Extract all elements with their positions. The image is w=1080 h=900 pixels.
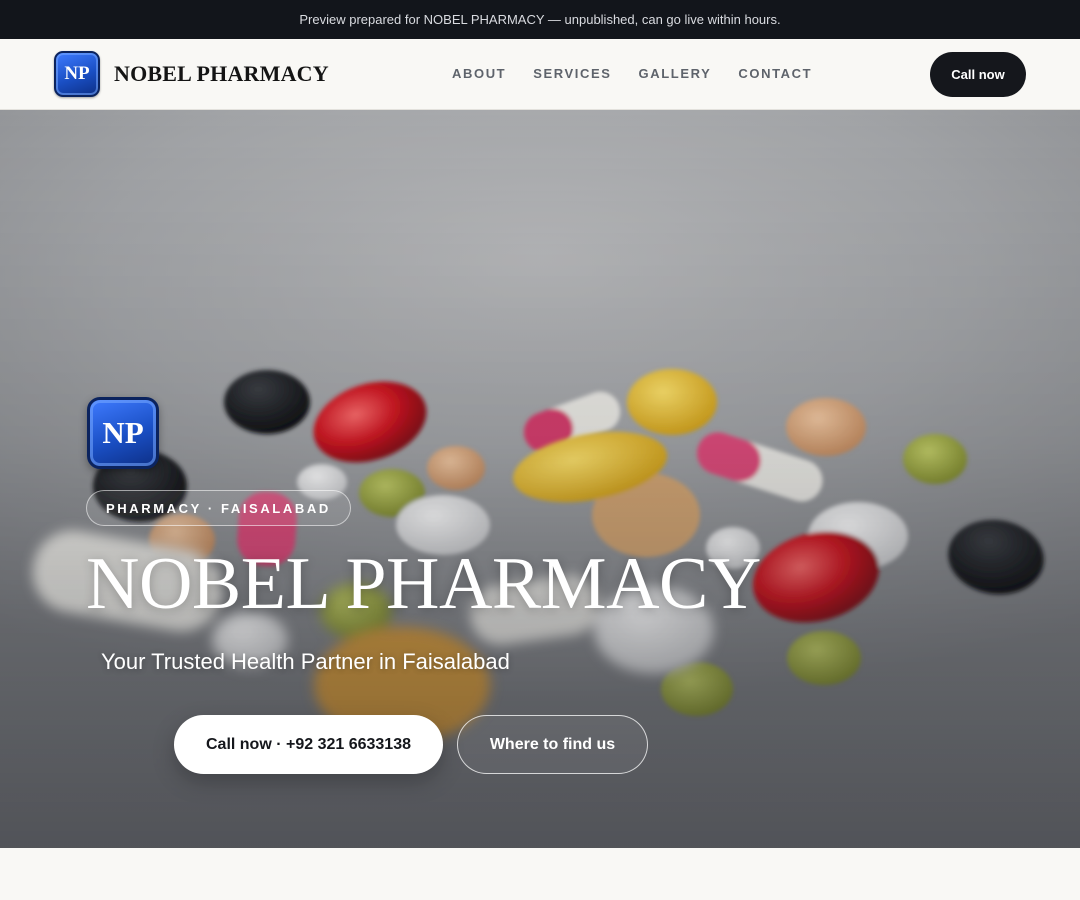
hero-directions-button[interactable]: Where to find us	[457, 715, 648, 774]
nav-about[interactable]: ABOUT	[452, 66, 506, 81]
preview-banner-text: Preview prepared for NOBEL PHARMACY — un…	[299, 12, 781, 27]
nav-contact[interactable]: CONTACT	[738, 66, 812, 81]
brand-name[interactable]: NOBEL PHARMACY	[114, 61, 329, 87]
site-header: NP NOBEL PHARMACY ABOUT SERVICES GALLERY…	[0, 39, 1080, 110]
preview-banner: Preview prepared for NOBEL PHARMACY — un…	[0, 0, 1080, 39]
hero-logo-initials: NP	[102, 415, 144, 450]
header-call-button[interactable]: Call now	[930, 52, 1026, 97]
hero-eyebrow-badge: PHARMACY · FAISALABAD	[86, 490, 351, 526]
main-nav: ABOUT SERVICES GALLERY CONTACT	[452, 66, 812, 81]
hero-section: NP PHARMACY · FAISALABAD NOBEL PHARMACY …	[0, 110, 1080, 848]
nav-gallery[interactable]: GALLERY	[639, 66, 712, 81]
nav-services[interactable]: SERVICES	[533, 66, 611, 81]
next-section	[0, 848, 1080, 900]
hero-eyebrow-text: PHARMACY · FAISALABAD	[106, 500, 331, 516]
hero-logo-badge: NP	[87, 397, 159, 469]
hero-subtitle: Your Trusted Health Partner in Faisalaba…	[101, 649, 510, 674]
hero-call-button[interactable]: Call now · +92 321 6633138	[174, 715, 443, 774]
hero-title: NOBEL PHARMACY	[86, 543, 761, 625]
logo-initials: NP	[64, 63, 90, 84]
logo-badge[interactable]: NP	[54, 51, 100, 97]
